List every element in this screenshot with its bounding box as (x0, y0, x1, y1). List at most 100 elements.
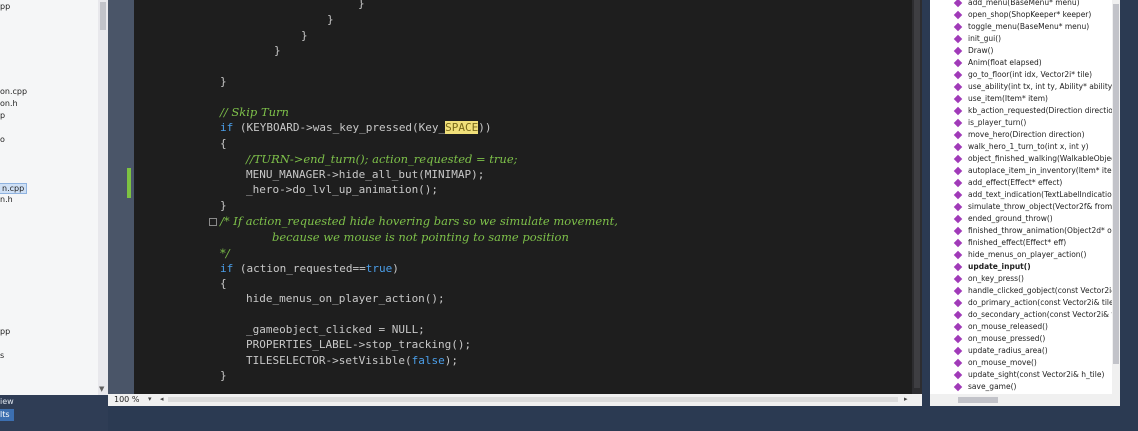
function-item[interactable]: simulate_throw_object(Vector2f& from, V (930, 201, 1112, 213)
explorer-bottom-tabs: iew lts (0, 395, 108, 431)
method-icon (953, 310, 963, 320)
function-item[interactable]: add_effect(Effect* effect) (930, 177, 1112, 189)
file-item[interactable]: on.h (0, 99, 18, 108)
function-item[interactable]: on_mouse_released() (930, 321, 1112, 333)
file-item[interactable]: pp (0, 2, 10, 11)
scrollbar-thumb[interactable] (1113, 4, 1119, 364)
function-item[interactable]: on_mouse_pressed() (930, 333, 1112, 345)
function-label: object_finished_walking(WalkableObject (968, 154, 1112, 163)
file-item[interactable]: on.cpp (0, 87, 27, 96)
code-line: } (274, 44, 281, 57)
scrollbar-thumb[interactable] (958, 397, 998, 403)
scrollbar-thumb[interactable] (100, 2, 106, 30)
function-item[interactable]: go_to_floor(int idx, Vector2i* tile) (930, 69, 1112, 81)
code-line: if (action_requested==true) (220, 261, 399, 277)
editor-scrollbar[interactable] (912, 0, 922, 394)
function-label: finished_throw_animation(Object2d* obj (968, 226, 1112, 235)
chevron-down-icon[interactable]: ▾ (148, 394, 152, 405)
window-edge (1120, 0, 1138, 431)
function-item[interactable]: update_sight(const Vector2i& h_tile) (930, 369, 1112, 381)
explorer-scrollbar[interactable]: ▼ (98, 0, 108, 395)
function-item[interactable]: kb_action_requested(Direction direction) (930, 105, 1112, 117)
method-icon (953, 142, 963, 152)
function-label: ended_ground_throw() (968, 214, 1053, 223)
pane-separator[interactable] (922, 0, 930, 431)
zoom-select[interactable]: 100 % (114, 394, 139, 405)
function-item[interactable]: Draw() (930, 45, 1112, 57)
method-icon (953, 0, 963, 8)
code-text-area[interactable]: } } } } } // Skip Turn if (KEYBOARD->was… (134, 0, 912, 394)
outline-horizontal-scrollbar[interactable] (930, 394, 1118, 406)
method-icon (953, 238, 963, 248)
horizontal-scrollbar[interactable] (168, 397, 898, 402)
method-icon (953, 262, 963, 272)
function-item[interactable]: open_shop(ShopKeeper* keeper) (930, 9, 1112, 21)
function-item[interactable]: ended_ground_throw() (930, 213, 1112, 225)
code-text: ) (392, 262, 399, 275)
keyword: if (220, 121, 234, 134)
function-label: move_hero(Direction direction) (968, 130, 1085, 139)
method-icon (953, 274, 963, 284)
window-bottom-band (108, 406, 1138, 431)
function-item[interactable]: move_hero(Direction direction) (930, 129, 1112, 141)
function-label: add_effect(Effect* effect) (968, 178, 1063, 187)
code-comment: // Skip Turn (220, 105, 289, 119)
scroll-left-icon[interactable]: ◂ (160, 394, 164, 405)
code-line: _gameobject_clicked = NULL; (246, 323, 425, 336)
keyword: true (365, 262, 393, 275)
function-item[interactable]: use_item(Item* item) (930, 93, 1112, 105)
function-item[interactable]: toggle_menu(BaseMenu* menu) (930, 21, 1112, 33)
function-item[interactable]: on_mouse_move() (930, 357, 1112, 369)
scroll-down-icon[interactable]: ▼ (99, 385, 104, 393)
file-item[interactable]: p (0, 111, 5, 120)
function-label: simulate_throw_object(Vector2f& from, V (968, 202, 1112, 211)
method-icon (953, 286, 963, 296)
function-item[interactable]: object_finished_walking(WalkableObject (930, 153, 1112, 165)
function-list: add_menu(BaseMenu* menu) open_shop(ShopKe… (930, 0, 1112, 393)
change-marker (127, 180, 131, 198)
function-item[interactable]: finished_throw_animation(Object2d* obj (930, 225, 1112, 237)
code-text: (KEYBOARD->was_key_pressed(Key_ (233, 121, 446, 134)
function-item[interactable]: finished_effect(Effect* eff) (930, 237, 1112, 249)
function-label: Draw() (968, 46, 994, 55)
function-item[interactable]: use_ability(int tx, int ty, Ability* abi… (930, 81, 1112, 93)
function-item[interactable]: walk_hero_1_turn_to(int x, int y) (930, 141, 1112, 153)
method-icon (953, 322, 963, 332)
function-label: on_key_press() (968, 274, 1024, 283)
function-item[interactable]: save_game() (930, 381, 1112, 393)
function-item[interactable]: do_primary_action(const Vector2i& tile) (930, 297, 1112, 309)
method-icon (953, 190, 963, 200)
tab-view[interactable]: iew (0, 397, 14, 406)
fold-toggle-icon[interactable] (209, 218, 217, 226)
function-item[interactable]: handle_clicked_gobject(const Vector2i& (930, 285, 1112, 297)
editor-statusbar: 100 % ▾ ◂ ▸ (108, 394, 922, 406)
scrollbar-thumb[interactable] (914, 0, 920, 388)
function-item[interactable]: Anim(float elapsed) (930, 57, 1112, 69)
method-icon (953, 58, 963, 68)
code-line: if (KEYBOARD->was_key_pressed(Key_SPACE)… (220, 120, 492, 136)
function-item[interactable]: add_text_indication(TextLabelIndicationT (930, 189, 1112, 201)
outline-scrollbar[interactable] (1112, 0, 1120, 406)
file-item[interactable]: n.h (0, 195, 13, 204)
function-label: on_mouse_move() (968, 358, 1037, 367)
function-item[interactable]: add_menu(BaseMenu* menu) (930, 0, 1112, 9)
function-item[interactable]: is_player_turn() (930, 117, 1112, 129)
method-icon (953, 346, 963, 356)
function-item[interactable]: hide_menus_on_player_action() (930, 249, 1112, 261)
tab-results[interactable]: lts (0, 409, 14, 421)
function-label: init_gui() (968, 34, 1002, 43)
file-item[interactable]: s (0, 351, 4, 360)
function-item[interactable]: update_radius_area() (930, 345, 1112, 357)
function-item[interactable]: do_secondary_action(const Vector2i& tile (930, 309, 1112, 321)
file-item-selected[interactable]: n.cpp (0, 183, 28, 194)
function-item[interactable]: update_input() (930, 261, 1112, 273)
scroll-right-icon[interactable]: ▸ (904, 394, 908, 405)
function-item[interactable]: autoplace_item_in_inventory(Item* item) (930, 165, 1112, 177)
code-comment: //TURN->end_turn(); action_requested = t… (246, 152, 518, 166)
file-item[interactable]: o (0, 135, 5, 144)
function-item[interactable]: on_key_press() (930, 273, 1112, 285)
file-item[interactable]: pp (0, 327, 10, 336)
method-icon (953, 226, 963, 236)
function-label: handle_clicked_gobject(const Vector2i& (968, 286, 1112, 295)
function-item[interactable]: init_gui() (930, 33, 1112, 45)
